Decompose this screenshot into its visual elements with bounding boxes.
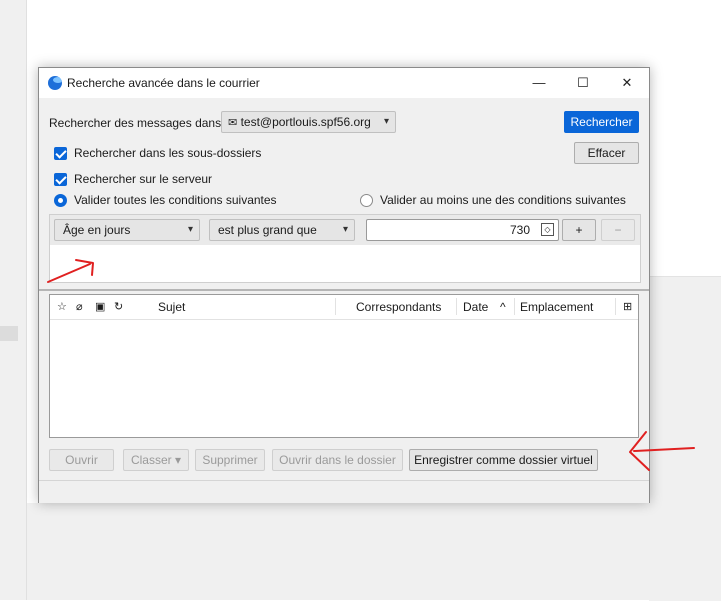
match-any-radio[interactable] [360, 194, 373, 207]
match-any-label: Valider au moins une des conditions suiv… [380, 193, 626, 207]
account-icon: ✉ [228, 117, 238, 129]
status-bar [39, 480, 649, 503]
annotation-arrow-left [47, 259, 94, 283]
maximize-button[interactable]: ☐ [561, 68, 605, 98]
server-label: Rechercher sur le serveur [74, 172, 213, 186]
spinner-icon[interactable]: ◇ [541, 223, 554, 236]
chevron-down-icon: ▾ [342, 224, 348, 235]
match-all-radio[interactable] [54, 194, 67, 207]
column-date[interactable]: Date [463, 300, 488, 314]
advanced-search-dialog: Recherche avancée dans le courrier — ☐ ✕… [38, 67, 650, 503]
thunderbird-icon [48, 76, 62, 90]
background-bottom-pane [27, 503, 721, 600]
remove-condition-button[interactable]: − [601, 219, 635, 241]
chevron-down-icon: ▾ [187, 224, 193, 235]
close-button[interactable]: ✕ [605, 68, 649, 98]
open-button[interactable]: Ouvrir [49, 449, 114, 471]
column-separator [615, 298, 616, 315]
save-virtual-folder-button[interactable]: Enregistrer comme dossier virtuel [409, 449, 598, 471]
file-button[interactable]: Classer ▾ [123, 449, 189, 471]
conditions-list: Âge en jours ▾ est plus grand que ▾ 730 … [49, 214, 641, 283]
account-select[interactable]: ✉ test@portlouis.spf56.org ▾ [221, 111, 396, 133]
match-all-label: Valider toutes les conditions suivantes [74, 193, 277, 207]
open-in-folder-button[interactable]: Ouvrir dans le dossier [272, 449, 403, 471]
column-separator [335, 298, 336, 315]
add-condition-button[interactable]: + [562, 219, 596, 241]
annotation-arrow-right [629, 431, 695, 471]
condition-row: Âge en jours ▾ est plus grand que ▾ 730 … [50, 215, 640, 245]
minimize-button[interactable]: — [517, 68, 561, 98]
junk-icon[interactable]: ▣ [95, 300, 105, 313]
column-subject[interactable]: Sujet [158, 300, 185, 314]
sort-ascending-icon: ^ [500, 300, 506, 314]
days-input[interactable]: 730 ◇ [366, 219, 559, 241]
field-select[interactable]: Âge en jours ▾ [54, 219, 200, 241]
subfolders-checkbox[interactable] [54, 147, 67, 160]
star-icon[interactable]: ☆ [57, 300, 67, 313]
chevron-down-icon: ▾ [383, 116, 389, 127]
title-bar[interactable]: Recherche avancée dans le courrier — ☐ ✕ [39, 68, 649, 98]
operator-select[interactable]: est plus grand que ▾ [209, 219, 355, 241]
server-checkbox[interactable] [54, 173, 67, 186]
field-value: Âge en jours [63, 223, 131, 237]
column-location[interactable]: Emplacement [520, 300, 593, 314]
column-picker-icon[interactable]: ⊞ [623, 300, 632, 313]
clear-button[interactable]: Effacer [574, 142, 639, 164]
delete-button[interactable]: Supprimer [195, 449, 265, 471]
background-left-pane [0, 0, 27, 600]
account-value: test@portlouis.spf56.org [240, 115, 371, 129]
search-in-label: Rechercher des messages dans : [49, 116, 228, 130]
thread-icon[interactable]: ↻ [114, 300, 123, 313]
column-correspondents[interactable]: Correspondants [356, 300, 441, 314]
search-button[interactable]: Rechercher [564, 111, 639, 133]
attachment-icon[interactable]: ⌀ [76, 300, 83, 313]
pane-splitter[interactable] [39, 289, 649, 291]
results-table[interactable]: ☆ ⌀ ▣ ↻ Sujet Correspondants Date ^ Empl… [49, 294, 639, 438]
days-value: 730 [509, 223, 530, 237]
subfolders-label: Rechercher dans les sous-dossiers [74, 146, 262, 160]
results-header: ☆ ⌀ ▣ ↻ Sujet Correspondants Date ^ Empl… [50, 295, 638, 320]
background-tab [0, 326, 18, 341]
file-button-label: Classer [130, 453, 172, 467]
column-separator [514, 298, 515, 315]
operator-value: est plus grand que [218, 223, 317, 237]
column-separator [456, 298, 457, 315]
dialog-title: Recherche avancée dans le courrier [67, 76, 260, 90]
